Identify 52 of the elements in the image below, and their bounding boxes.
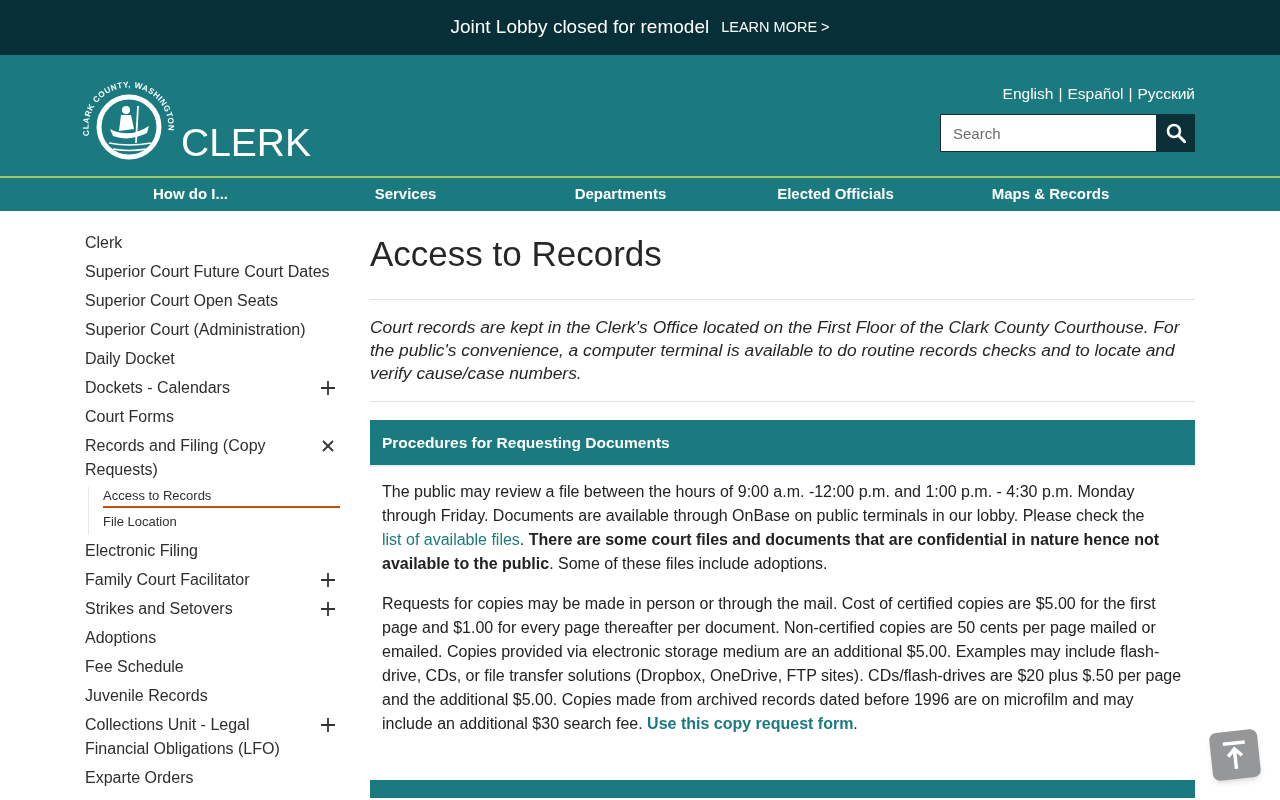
- sidebar-link[interactable]: Fee Schedule: [85, 655, 184, 679]
- close-icon: [321, 439, 335, 453]
- expand-toggle-button[interactable]: [321, 602, 335, 616]
- plus-icon: [321, 381, 335, 395]
- sidebar-link[interactable]: Superior Court Open Seats: [85, 289, 278, 313]
- expand-toggle-button[interactable]: [321, 439, 335, 453]
- sidebar-link[interactable]: Clerk: [85, 231, 123, 255]
- section-header[interactable]: Procedures for Requesting Documents: [370, 420, 1195, 467]
- learn-more-link[interactable]: LEARN MORE >: [721, 16, 830, 39]
- search-field[interactable]: Search: [940, 114, 1157, 153]
- sidebar-link[interactable]: Superior Court Future Court Dates: [85, 260, 330, 284]
- language-link[interactable]: Русский: [1137, 82, 1195, 106]
- sidebar-sublink[interactable]: File Location: [103, 513, 340, 534]
- search-icon: [1166, 123, 1186, 144]
- sidebar-link[interactable]: Adoptions: [85, 626, 157, 650]
- sidebar-link[interactable]: Court Forms: [85, 405, 174, 429]
- announcement-text: Joint Lobby closed for remodel: [450, 15, 710, 40]
- text-link[interactable]: list of available files: [382, 531, 520, 548]
- sidebar-link[interactable]: Daily Docket: [85, 347, 175, 371]
- nav-link[interactable]: How do I...: [153, 183, 228, 206]
- body-paragraph: Requests for copies may be made in person or through the mail. Cost of certified copies are $5.00 for the first page and $1.00 for every page thereafter per document. Non-certified copies are 50 cents per page mailed or emailed. Copies provided via electronic storage medium are an additional $5.00. Examples may include flash-drive, CDs, or file transfer solutions (Dropbox, OneDrive, FTP sites). CDs/flash-drives are $20 plus $.50 per page and the additional $5.00. Copies made from archived records dated before 1996 are on microfilm and may include an additional $30 search fee. Use this copy request form.: [382, 594, 1183, 734]
- intro-paragraph: Court records are kept in the Clerk's Office located on the First Floor of the Clark County Courthouse. For the public's convenience, a computer terminal is available to do routine records checks and to locate and verify cause/case numbers.: [370, 316, 1181, 385]
- sidebar-sublink[interactable]: Access to Records: [103, 487, 340, 508]
- sidebar-link[interactable]: Strikes and Setovers: [85, 597, 313, 621]
- language-link[interactable]: Español: [1067, 82, 1124, 106]
- expand-toggle-button[interactable]: [321, 718, 335, 732]
- pipe-separator: |: [1058, 84, 1063, 104]
- sidebar-link[interactable]: Juvenile Records: [85, 684, 208, 708]
- search-button[interactable]: [1157, 114, 1195, 153]
- sidebar-link[interactable]: Superior Court (Administration): [85, 318, 306, 342]
- page-title: Access to Records: [370, 233, 663, 275]
- expand-toggle-button[interactable]: [321, 573, 335, 587]
- site-title: CLERK: [181, 123, 312, 166]
- plus-icon: [321, 718, 335, 732]
- expand-toggle-button[interactable]: [321, 381, 335, 395]
- sidebar-link[interactable]: Family Court Facilitator: [85, 568, 313, 592]
- nav-link[interactable]: Maps & Records: [991, 183, 1110, 206]
- sidebar-link[interactable]: Collections Unit - Legal Financial Obligations (LFO): [85, 713, 313, 761]
- sidebar-link[interactable]: Exparte Orders: [85, 766, 194, 790]
- language-link[interactable]: English: [1002, 82, 1054, 106]
- sidebar-link[interactable]: Records and Filing (Copy Requests): [85, 434, 313, 482]
- nav-link[interactable]: Departments: [574, 183, 667, 206]
- nav-link[interactable]: Elected Officials: [777, 183, 894, 206]
- text-link[interactable]: Use this copy request form: [647, 715, 854, 732]
- body-paragraph: The public may review a file between the hours of 9:00 a.m. -12:00 p.m. and 1:00 p.m. - 4:30 p.m. Monday through Friday. Documents are available through OnBase on public terminals in our lobby. Please check the list of available files. There are some court files and documents that are confidential in nature hence not available to the public. Some of these files include adoptions.: [382, 482, 1161, 574]
- pipe-separator: |: [1128, 84, 1133, 104]
- plus-icon: [321, 573, 335, 587]
- sidebar-link[interactable]: Dockets - Calendars: [85, 376, 313, 400]
- back-to-top-button[interactable]: [1208, 728, 1262, 782]
- nav-link[interactable]: Services: [374, 183, 437, 206]
- plus-icon: [321, 602, 335, 616]
- sidebar-link[interactable]: Electronic Filing: [85, 539, 198, 563]
